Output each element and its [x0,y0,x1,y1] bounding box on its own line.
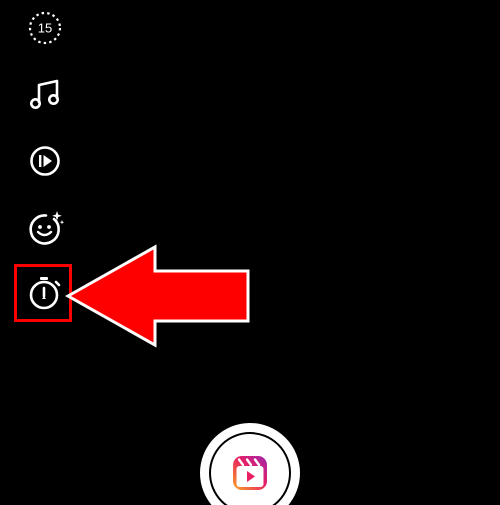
length-value: 15 [38,21,52,36]
reels-icon [233,456,267,490]
red-arrow-annotation [64,244,250,348]
record-button[interactable] [200,423,300,505]
camera-screen: 15 [0,0,500,505]
music-note-icon [30,79,59,109]
camera-toolbar: 15 [0,0,90,340]
play-speed-icon [30,146,60,176]
stopwatch-timer-icon [29,277,61,310]
face-sparkle-icon [29,211,65,245]
audio-button[interactable] [22,72,68,118]
speed-button[interactable] [22,138,68,184]
length-15-icon: 15 [28,11,62,45]
effects-button[interactable] [22,205,68,251]
timer-button[interactable] [22,270,68,316]
record-button-inner [209,432,291,505]
length-button[interactable]: 15 [22,5,68,51]
